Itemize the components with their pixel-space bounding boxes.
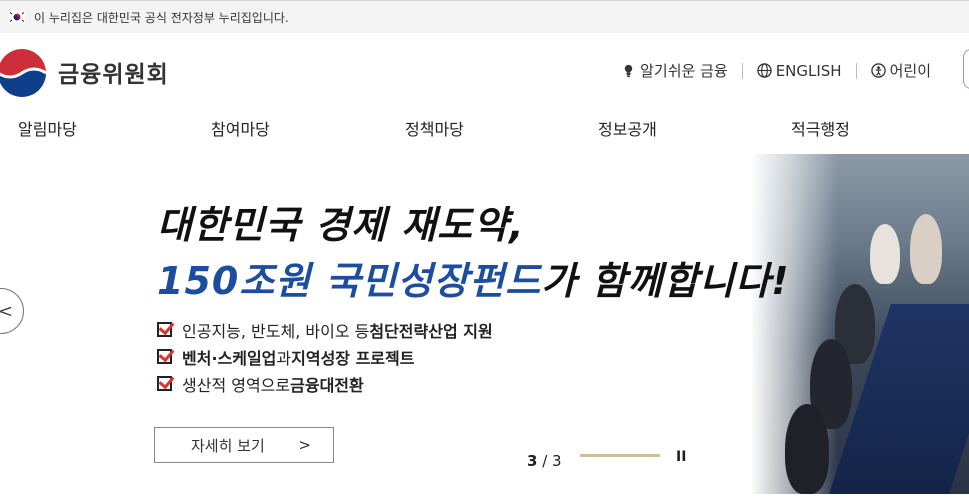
- kids-label: 어린이: [889, 62, 931, 80]
- nav-item-participation[interactable]: 참여마당: [211, 116, 270, 140]
- hero-bullet: 생산적 영역으로 금융대전환: [157, 370, 493, 397]
- lightbulb-icon: [624, 64, 633, 78]
- slide-pager: 3 / 3: [527, 452, 562, 470]
- utility-menu: 알기쉬운 금융 ENGLISH 어린이: [621, 60, 931, 81]
- view-details-button[interactable]: 자세히 보기 >: [154, 427, 334, 463]
- hero-headline-highlight: 150조원 국민성장펀드: [157, 259, 542, 303]
- hero-headline-rest: 가 함께합니다!: [541, 259, 790, 303]
- main-nav: 알림마당 참여마당 정책마당 정보공개 적극행정: [0, 108, 969, 154]
- pause-button[interactable]: II: [676, 449, 686, 465]
- slide-progress-fill: [580, 454, 660, 457]
- easy-finance-link[interactable]: 알기쉬운 금융: [621, 60, 728, 81]
- prev-slide-button[interactable]: <: [0, 288, 24, 334]
- nav-item-notices[interactable]: 알림마당: [18, 116, 77, 140]
- checkbox-check-icon: [157, 376, 172, 391]
- site-logo-text[interactable]: 금융위원회: [58, 55, 169, 89]
- hero-bullet: 인공지능, 반도체, 바이오 등 첨단전략산업 지원: [157, 316, 493, 343]
- kids-link[interactable]: 어린이: [870, 60, 931, 81]
- divider: [855, 62, 857, 79]
- pager-current: 3: [527, 452, 538, 470]
- hero-bullet-list: 인공지능, 반도체, 바이오 등 첨단전략산업 지원 벤처·스케일업 과 지역성…: [157, 316, 493, 397]
- hero-slider: < 대한민국 경제 재도약, 150조원 국민성장펀드가 함께합니다! 인공지능…: [0, 154, 969, 504]
- gov-banner: 이 누리집은 대한민국 공식 전자정부 누리집입니다.: [0, 0, 969, 33]
- korean-flag-icon: [8, 10, 26, 24]
- checkbox-check-icon: [157, 322, 172, 337]
- hero-photo: [750, 154, 969, 494]
- globe-icon: [756, 63, 772, 78]
- bullet-text: 생산적 영역으로: [182, 375, 291, 395]
- photo-person: [870, 224, 900, 284]
- hero-bullet: 벤처·스케일업 과 지역성장 프로젝트: [157, 343, 493, 370]
- checkbox-check-icon: [157, 349, 172, 364]
- hero-headline-line2: 150조원 국민성장펀드가 함께합니다!: [157, 250, 790, 305]
- hero-headline-line1: 대한민국 경제 재도약,: [157, 203, 525, 247]
- nav-item-proactive-admin[interactable]: 적극행정: [791, 116, 850, 140]
- photo-person: [785, 404, 829, 494]
- bullet-text: 인공지능, 반도체, 바이오 등: [182, 321, 370, 341]
- english-link[interactable]: ENGLISH: [756, 61, 842, 80]
- nav-item-disclosure[interactable]: 정보공개: [598, 116, 657, 140]
- bullet-bold-text: 금융대전환: [290, 375, 364, 395]
- easy-finance-label: 알기쉬운 금융: [640, 62, 728, 80]
- bullet-bold-text: 첨단전략산업 지원: [369, 321, 493, 341]
- pager-separator: /: [537, 452, 553, 470]
- gov-banner-text[interactable]: 이 누리집은 대한민국 공식 전자정부 누리집입니다.: [34, 9, 289, 26]
- chevron-right-icon: >: [298, 436, 311, 454]
- divider: [741, 62, 743, 79]
- site-header: 금융위원회 알기쉬운 금융 ENGLISH 어린이: [0, 33, 969, 108]
- government-logo-icon[interactable]: [0, 47, 48, 99]
- nav-item-policy[interactable]: 정책마당: [405, 116, 464, 140]
- bullet-bold-text: 지역성장 프로젝트: [291, 348, 415, 368]
- bullet-bold-text: 벤처·스케일업: [182, 348, 277, 368]
- all-menu-button[interactable]: [963, 49, 969, 89]
- view-details-label: 자세히 보기: [191, 436, 265, 455]
- english-label: ENGLISH: [775, 61, 842, 80]
- photo-person: [910, 214, 942, 284]
- bullet-text: 과: [276, 348, 292, 368]
- slide-progress-bar: [580, 454, 660, 457]
- child-icon: [870, 63, 886, 78]
- pager-total: 3: [552, 452, 562, 470]
